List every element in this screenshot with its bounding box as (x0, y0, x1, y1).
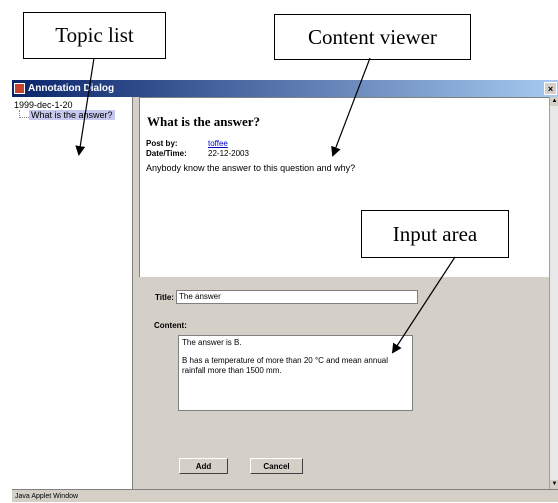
topic-list-callout: Topic list (23, 12, 166, 59)
app-icon (14, 83, 25, 94)
post-by-label: Post by: (146, 139, 178, 148)
title-input[interactable]: The answer (176, 290, 418, 304)
content-viewer-callout: Content viewer (274, 14, 471, 60)
tree-item-selected[interactable]: What is the answer? (29, 110, 115, 120)
annotation-dialog-window: Annotation Dialog × 1999-dec-1-20 What i… (12, 80, 558, 502)
post-title: What is the answer? (147, 114, 261, 129)
input-area: Title: The answer Content: The answer is… (139, 277, 549, 489)
title-bar[interactable]: Annotation Dialog × (12, 80, 558, 97)
topic-list: 1999-dec-1-20 What is the answer? (12, 97, 133, 489)
status-bar: Java Applet Window (12, 489, 558, 502)
scroll-up-icon[interactable]: ▲ (550, 97, 558, 106)
post-body: Anybody know the answer to this question… (146, 163, 356, 173)
cancel-button[interactable]: Cancel (250, 458, 303, 474)
window-title: Annotation Dialog (28, 83, 115, 94)
vertical-scrollbar[interactable]: ▲ ▼ (549, 97, 558, 489)
scroll-down-icon[interactable]: ▼ (550, 480, 558, 489)
add-button[interactable]: Add (179, 458, 228, 474)
author-link[interactable]: toffee (208, 139, 228, 148)
input-area-callout: Input area (361, 210, 509, 258)
tree-root-node[interactable]: 1999-dec-1-20 (14, 100, 73, 110)
close-icon[interactable]: × (544, 82, 557, 95)
datetime-value: 22-12-2003 (208, 149, 249, 158)
content-field-label: Content: (154, 321, 187, 330)
datetime-label: Date/Time: (146, 149, 187, 158)
title-field-label: Title: (155, 293, 174, 302)
content-textarea[interactable]: The answer is B. B has a temperature of … (178, 335, 413, 411)
content-line: B has a temperature of more than 20 °C a… (182, 356, 388, 375)
content-line: The answer is B. (182, 338, 242, 347)
tree-connector (19, 110, 29, 118)
